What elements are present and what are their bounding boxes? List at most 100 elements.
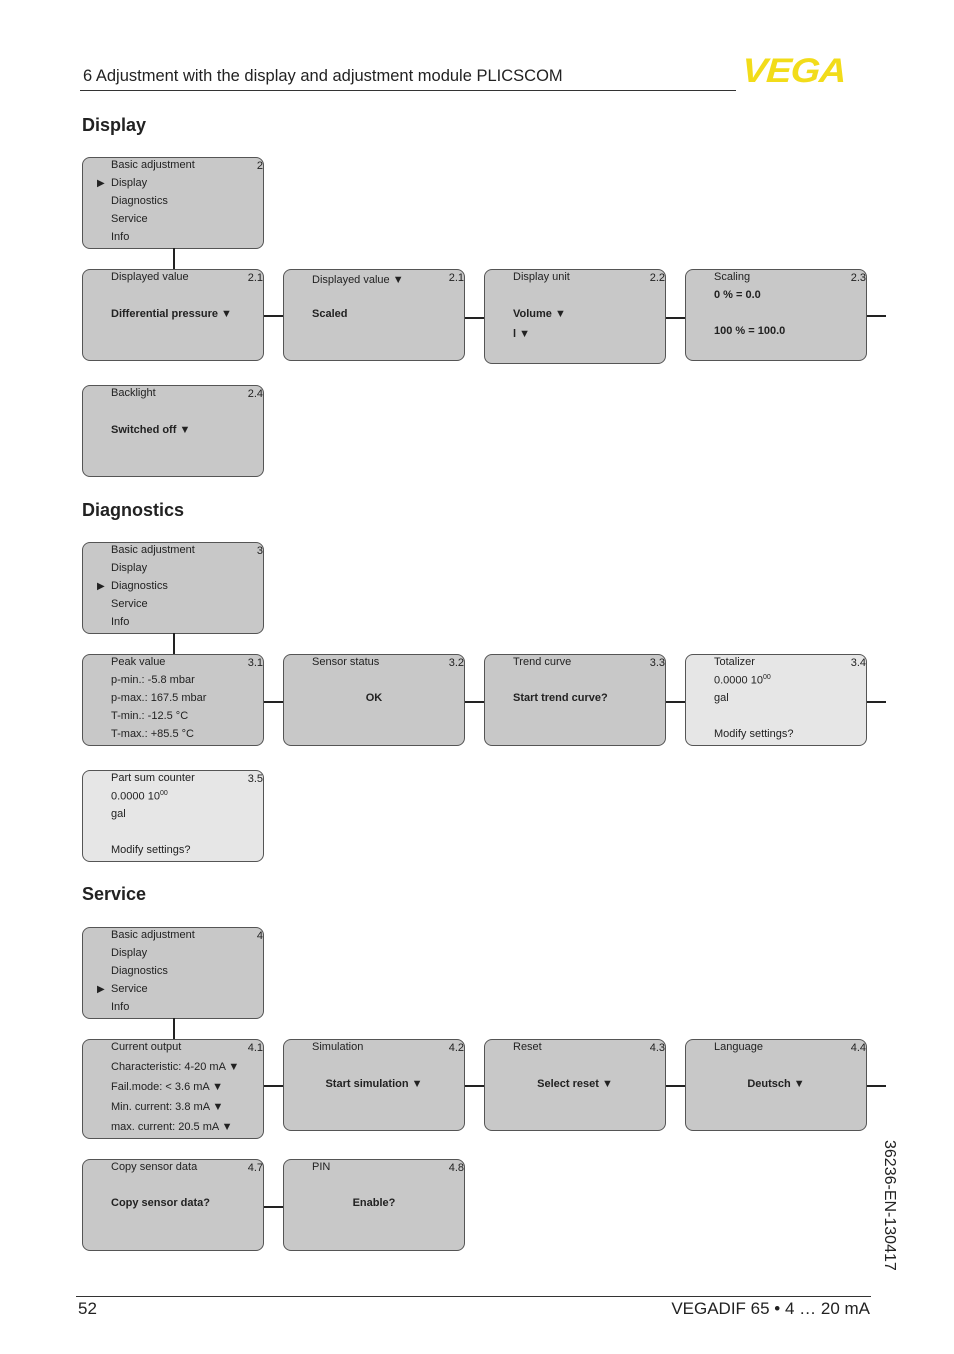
box-value: Switched off ▼	[111, 424, 191, 436]
menu-box-display: Basic adjustment ▶ Display Diagnostics S…	[82, 157, 264, 249]
box-title: Current output	[111, 1041, 182, 1053]
box-value: Start simulation ▼	[325, 1078, 423, 1090]
box-title: Totalizer	[714, 656, 755, 668]
menu-number: 4	[256, 930, 263, 942]
connector	[867, 315, 886, 317]
box-title: Scaling	[714, 271, 751, 283]
product-name: VEGADIF 65 • 4 … 20 mA	[671, 1299, 870, 1318]
box-unit: gal	[111, 808, 126, 820]
section-heading-service: Service	[82, 884, 147, 904]
box-sensor-status: Sensor status 3.2 OK	[283, 654, 465, 746]
section-heading-diagnostics: Diagnostics	[82, 500, 185, 520]
box-value: Volume ▼	[513, 308, 566, 320]
box-number: 4.1	[247, 1042, 263, 1054]
box-number: 3.5	[247, 773, 263, 785]
box-number: 2.1	[247, 272, 263, 284]
box-value: max. current: 20.5 mA ▼	[111, 1121, 233, 1133]
box-title: Displayed value ▼	[312, 274, 404, 286]
connector	[867, 1085, 886, 1087]
box-value: 100 % = 100.0	[714, 325, 786, 337]
box-title: Simulation	[312, 1041, 364, 1053]
box-title: Part sum counter	[111, 772, 195, 784]
menu-item: Basic adjustment	[111, 544, 195, 556]
menu-item: Diagnostics	[111, 195, 168, 207]
menu-item: Display	[111, 177, 148, 189]
counter-value: 0.0000 10	[714, 674, 763, 687]
pointer-icon: ▶	[97, 178, 105, 189]
box-value: Deutsch ▼	[747, 1078, 805, 1090]
box-number: 4.8	[448, 1162, 464, 1174]
box-number: 4.3	[649, 1042, 665, 1054]
box-number: 2.3	[850, 272, 866, 284]
box-value: Enable?	[352, 1197, 396, 1209]
counter-exponent: 00	[762, 674, 771, 681]
box-value: 0.0000 1000	[111, 790, 168, 803]
connector	[465, 317, 485, 319]
box-title: Trend curve	[513, 656, 572, 668]
header-rule	[80, 90, 736, 91]
menu-box-service: Basic adjustment Display Diagnostics ▶ S…	[82, 927, 264, 1019]
menu-box-diagnostics: Basic adjustment Display ▶ Diagnostics S…	[82, 542, 264, 634]
box-title: PIN	[312, 1161, 331, 1173]
box-value: Min. current: 3.8 mA ▼	[111, 1101, 224, 1113]
box-action: Modify settings?	[111, 844, 191, 856]
document-id: 36236-EN-130417	[881, 1140, 898, 1271]
menu-item: Service	[111, 213, 148, 225]
box-reset: Reset 4.3 Select reset ▼	[484, 1039, 666, 1131]
box-scaling: Scaling 2.3 0 % = 0.0 100 % = 100.0	[685, 269, 867, 361]
connector	[666, 317, 686, 319]
box-number: 3.4	[850, 657, 866, 669]
connector	[867, 701, 886, 703]
box-number: 3.1	[247, 657, 263, 669]
box-number: 2.4	[247, 388, 263, 400]
chapter-title: 6 Adjustment with the display and adjust…	[83, 67, 563, 85]
box-value: Characteristic: 4-20 mA ▼	[111, 1061, 240, 1073]
pointer-icon: ▶	[97, 581, 105, 592]
box-title: Reset	[513, 1041, 542, 1053]
box-current-output: Current output 4.1 Characteristic: 4-20 …	[82, 1039, 264, 1139]
connector	[264, 315, 284, 317]
menu-item: Basic adjustment	[111, 159, 195, 171]
box-value: Fail.mode: < 3.6 mA ▼	[111, 1081, 224, 1093]
box-number: 3.2	[448, 657, 464, 669]
box-value: Select reset ▼	[537, 1078, 613, 1090]
box-title: Displayed value	[111, 271, 189, 283]
box-trend-curve: Trend curve 3.3 Start trend curve?	[484, 654, 666, 746]
menu-item: Info	[111, 231, 130, 243]
box-value: Scaled	[312, 308, 348, 320]
box-value: Start trend curve?	[513, 692, 608, 704]
connector	[465, 1085, 485, 1087]
box-number: 2.2	[649, 272, 665, 284]
box-backlight: Backlight 2.4 Switched off ▼	[82, 385, 264, 477]
menu-item: Display	[111, 562, 148, 574]
connector	[173, 633, 175, 654]
box-number: 4.2	[448, 1042, 464, 1054]
menu-item: Diagnostics	[111, 965, 168, 977]
connector	[264, 1085, 284, 1087]
menu-item: Display	[111, 947, 148, 959]
counter-exponent: 00	[159, 790, 168, 797]
footer-rule	[76, 1296, 871, 1297]
connector	[666, 701, 686, 703]
box-value: T-max.: +85.5 °C	[111, 728, 194, 740]
box-value: l ▼	[513, 328, 530, 340]
box-part-sum-counter: Part sum counter 3.5 0.0000 1000 gal Mod…	[82, 770, 264, 862]
box-title: Language	[714, 1041, 763, 1053]
box-value: Differential pressure ▼	[111, 308, 232, 320]
box-number: 2.1	[448, 272, 464, 284]
connector	[173, 248, 175, 269]
box-title: Sensor status	[312, 656, 380, 668]
box-language: Language 4.4 Deutsch ▼	[685, 1039, 867, 1131]
box-value: p-max.: 167.5 mbar	[111, 692, 207, 704]
connector	[666, 1085, 686, 1087]
box-pin: PIN 4.8 Enable?	[283, 1159, 465, 1251]
box-displayed-value: Displayed value 2.1 Differential pressur…	[82, 269, 264, 361]
box-unit: gal	[714, 692, 729, 704]
box-totalizer: Totalizer 3.4 0.0000 1000 gal Modify set…	[685, 654, 867, 746]
box-title: Copy sensor data	[111, 1161, 198, 1173]
menu-item: Basic adjustment	[111, 929, 195, 941]
menu-item: Service	[111, 598, 148, 610]
menu-item: Diagnostics	[111, 580, 168, 592]
menu-number: 3	[256, 545, 263, 557]
box-number: 4.4	[850, 1042, 866, 1054]
